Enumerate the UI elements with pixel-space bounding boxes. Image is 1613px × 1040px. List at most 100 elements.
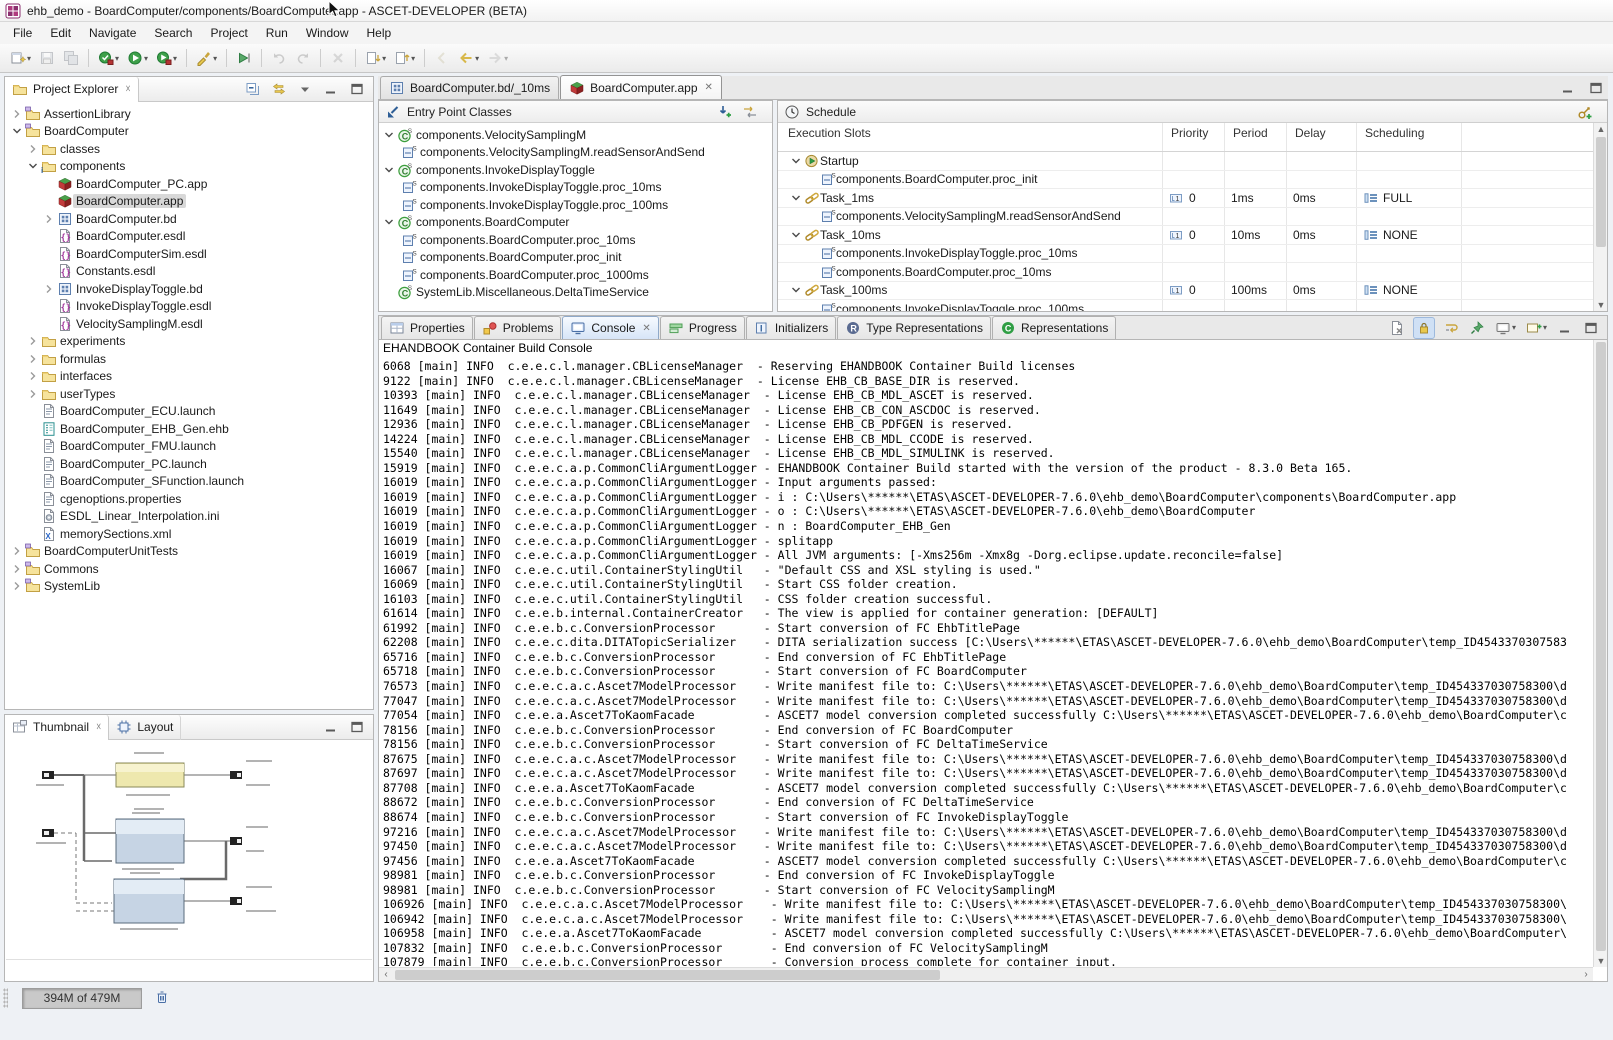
explorer-item-boardcomputer-pc-launch[interactable]: BoardComputer_PC.launch — [5, 455, 373, 473]
priority-cell[interactable]: 10 — [1162, 189, 1224, 207]
priority-cell[interactable]: 10 — [1162, 282, 1224, 300]
maximize-button[interactable] — [1586, 78, 1606, 98]
menu-edit[interactable]: Edit — [41, 23, 80, 43]
entry-point-item[interactable]: Scomponents.BoardComputer.proc_1000ms — [379, 266, 772, 284]
tab-problems[interactable]: Problems — [474, 316, 562, 339]
scheduling-cell[interactable]: NONE — [1356, 282, 1461, 300]
dropdown-arrow-icon[interactable]: ▾ — [1512, 323, 1516, 332]
run-last-button[interactable] — [233, 47, 255, 69]
schedule-vertical-scrollbar[interactable]: ▲ ▼ — [1593, 123, 1607, 311]
dropdown-arrow-icon[interactable]: ▾ — [475, 54, 479, 63]
redo-button[interactable] — [292, 47, 314, 69]
execution-slot-cell[interactable]: Scomponents.InvokeDisplayToggle.proc_10m… — [778, 245, 1162, 263]
chevron-right-icon[interactable] — [41, 211, 57, 227]
explorer-item-esdl-linear-interpolation-ini[interactable]: ESDL_Linear_Interpolation.ini — [5, 508, 373, 526]
dropdown-arrow-icon[interactable]: ▾ — [504, 54, 508, 63]
maximize-button[interactable] — [347, 717, 367, 737]
entry-point-item[interactable]: CScomponents.VelocitySamplingM — [379, 126, 772, 144]
tab-progress[interactable]: Progress — [660, 316, 745, 339]
explorer-item-boardcomputer-ecu-launch[interactable]: BoardComputer_ECU.launch — [5, 403, 373, 421]
console-horizontal-scrollbar[interactable]: ‹ › — [379, 967, 1593, 981]
schedule-row-startup[interactable]: Startup — [778, 152, 1607, 171]
chevron-down-icon[interactable] — [788, 282, 804, 298]
entry-point-item[interactable]: Scomponents.InvokeDisplayToggle.proc_10m… — [379, 179, 772, 197]
explorer-item-classes[interactable]: classes — [5, 140, 373, 158]
delay-cell[interactable] — [1286, 152, 1356, 170]
menu-help[interactable]: Help — [358, 23, 401, 43]
execution-slot-cell[interactable]: Task_1ms — [778, 189, 1162, 207]
scheduling-cell[interactable] — [1356, 208, 1461, 226]
close-icon[interactable]: ✕ — [642, 323, 650, 334]
dropdown-arrow-icon[interactable]: ▾ — [144, 54, 148, 63]
explorer-item-experiments[interactable]: experiments — [5, 333, 373, 351]
explorer-item-boardcomputer[interactable]: BoardComputer — [5, 123, 373, 141]
chevron-right-icon[interactable] — [25, 368, 41, 384]
tab-layout[interactable]: Layout — [109, 715, 181, 740]
priority-cell[interactable] — [1162, 263, 1224, 281]
chevron-down-icon[interactable] — [788, 153, 804, 169]
scheduling-cell[interactable] — [1356, 152, 1461, 170]
tab-type-representations[interactable]: RType Representations — [837, 316, 991, 339]
schedule-row-components-velocitysamplingm-readsensorandsend[interactable]: Scomponents.VelocitySamplingM.readSensor… — [778, 208, 1607, 227]
schedule-row-task-10ms[interactable]: Task_10ms1010ms0msNONE — [778, 226, 1607, 245]
chevron-right-icon[interactable] — [25, 333, 41, 349]
dropdown-arrow-icon[interactable]: ▾ — [173, 54, 177, 63]
menu-navigate[interactable]: Navigate — [80, 23, 145, 43]
execution-slot-cell[interactable]: Task_100ms — [778, 282, 1162, 300]
scheduling-cell[interactable]: FULL — [1356, 189, 1461, 207]
delay-cell[interactable] — [1286, 300, 1356, 312]
pin-console-button[interactable] — [1467, 318, 1487, 338]
delay-cell[interactable] — [1286, 208, 1356, 226]
scheduling-cell[interactable]: NONE — [1356, 226, 1461, 244]
tab-representations[interactable]: CRepresentations — [992, 316, 1116, 339]
clear-console-button[interactable] — [1387, 318, 1407, 338]
explorer-item-constants-esdl[interactable]: {}Constants.esdl — [5, 263, 373, 281]
dropdown-arrow-icon[interactable]: ▾ — [213, 54, 217, 63]
schedule-column-delay[interactable]: Delay — [1286, 123, 1356, 151]
minimize-button[interactable] — [1558, 78, 1578, 98]
explorer-item-memorysections-xml[interactable]: XmemorySections.xml — [5, 525, 373, 543]
entry-point-item[interactable]: Scomponents.InvokeDisplayToggle.proc_100… — [379, 196, 772, 214]
chevron-down-icon[interactable] — [25, 158, 41, 174]
explorer-item-velocitysamplingm-esdl[interactable]: {}VelocitySamplingM.esdl — [5, 315, 373, 333]
scroll-down-icon[interactable]: ▼ — [1594, 955, 1608, 967]
period-cell[interactable] — [1224, 245, 1286, 263]
schedule-row-components-invokedisplaytoggle-proc-10ms[interactable]: Scomponents.InvokeDisplayToggle.proc_10m… — [778, 245, 1607, 264]
undo-button[interactable] — [268, 47, 290, 69]
generate-code-button[interactable]: ▾ — [95, 47, 122, 69]
dropdown-arrow-icon[interactable]: ▾ — [382, 54, 386, 63]
explorer-item-commons[interactable]: Commons — [5, 560, 373, 578]
scheduling-cell[interactable] — [1356, 263, 1461, 281]
tab-console[interactable]: Console✕ — [562, 316, 658, 339]
explorer-item-invokedisplaytoggle-bd[interactable]: InvokeDisplayToggle.bd — [5, 280, 373, 298]
delay-cell[interactable]: 0ms — [1286, 226, 1356, 244]
chevron-down-icon[interactable] — [381, 162, 397, 178]
next-annotation-button[interactable]: ▾ — [362, 47, 389, 69]
delay-cell[interactable]: 0ms — [1286, 282, 1356, 300]
period-cell[interactable]: 100ms — [1224, 282, 1286, 300]
tab-initializers[interactable]: IInitializers — [746, 316, 836, 339]
explorer-item-assertionlibrary[interactable]: AssertionLibrary — [5, 105, 373, 123]
open-console-button[interactable]: ▾ — [1524, 318, 1549, 338]
dropdown-arrow-icon[interactable]: ▾ — [411, 54, 415, 63]
tab-properties[interactable]: Properties — [381, 316, 473, 339]
explorer-item-boardcomputer-bd[interactable]: BoardComputer.bd — [5, 210, 373, 228]
dropdown-arrow-icon[interactable]: ▾ — [115, 54, 119, 63]
display-console-button[interactable]: ▾ — [1493, 318, 1518, 338]
priority-cell[interactable] — [1162, 300, 1224, 312]
delay-cell[interactable]: 0ms — [1286, 189, 1356, 207]
explorer-item-boardcomputer-ehb-gen-ehb[interactable]: BoardComputer_EHB_Gen.ehb — [5, 420, 373, 438]
close-icon[interactable]: ☓ — [125, 84, 130, 95]
explorer-item-interfaces[interactable]: interfaces — [5, 368, 373, 386]
scroll-right-icon[interactable]: › — [1579, 968, 1593, 982]
delay-cell[interactable] — [1286, 171, 1356, 189]
chevron-down-icon[interactable] — [381, 127, 397, 143]
delay-cell[interactable] — [1286, 263, 1356, 281]
menu-project[interactable]: Project — [201, 23, 256, 43]
explorer-item-systemlib[interactable]: SystemLib — [5, 578, 373, 596]
entry-point-item[interactable]: Scomponents.BoardComputer.proc_init — [379, 249, 772, 267]
close-icon[interactable]: ✕ — [705, 82, 713, 93]
chevron-right-icon[interactable] — [9, 561, 25, 577]
entry-point-item[interactable]: Scomponents.BoardComputer.proc_10ms — [379, 231, 772, 249]
scroll-up-icon[interactable]: ▲ — [1594, 123, 1608, 135]
